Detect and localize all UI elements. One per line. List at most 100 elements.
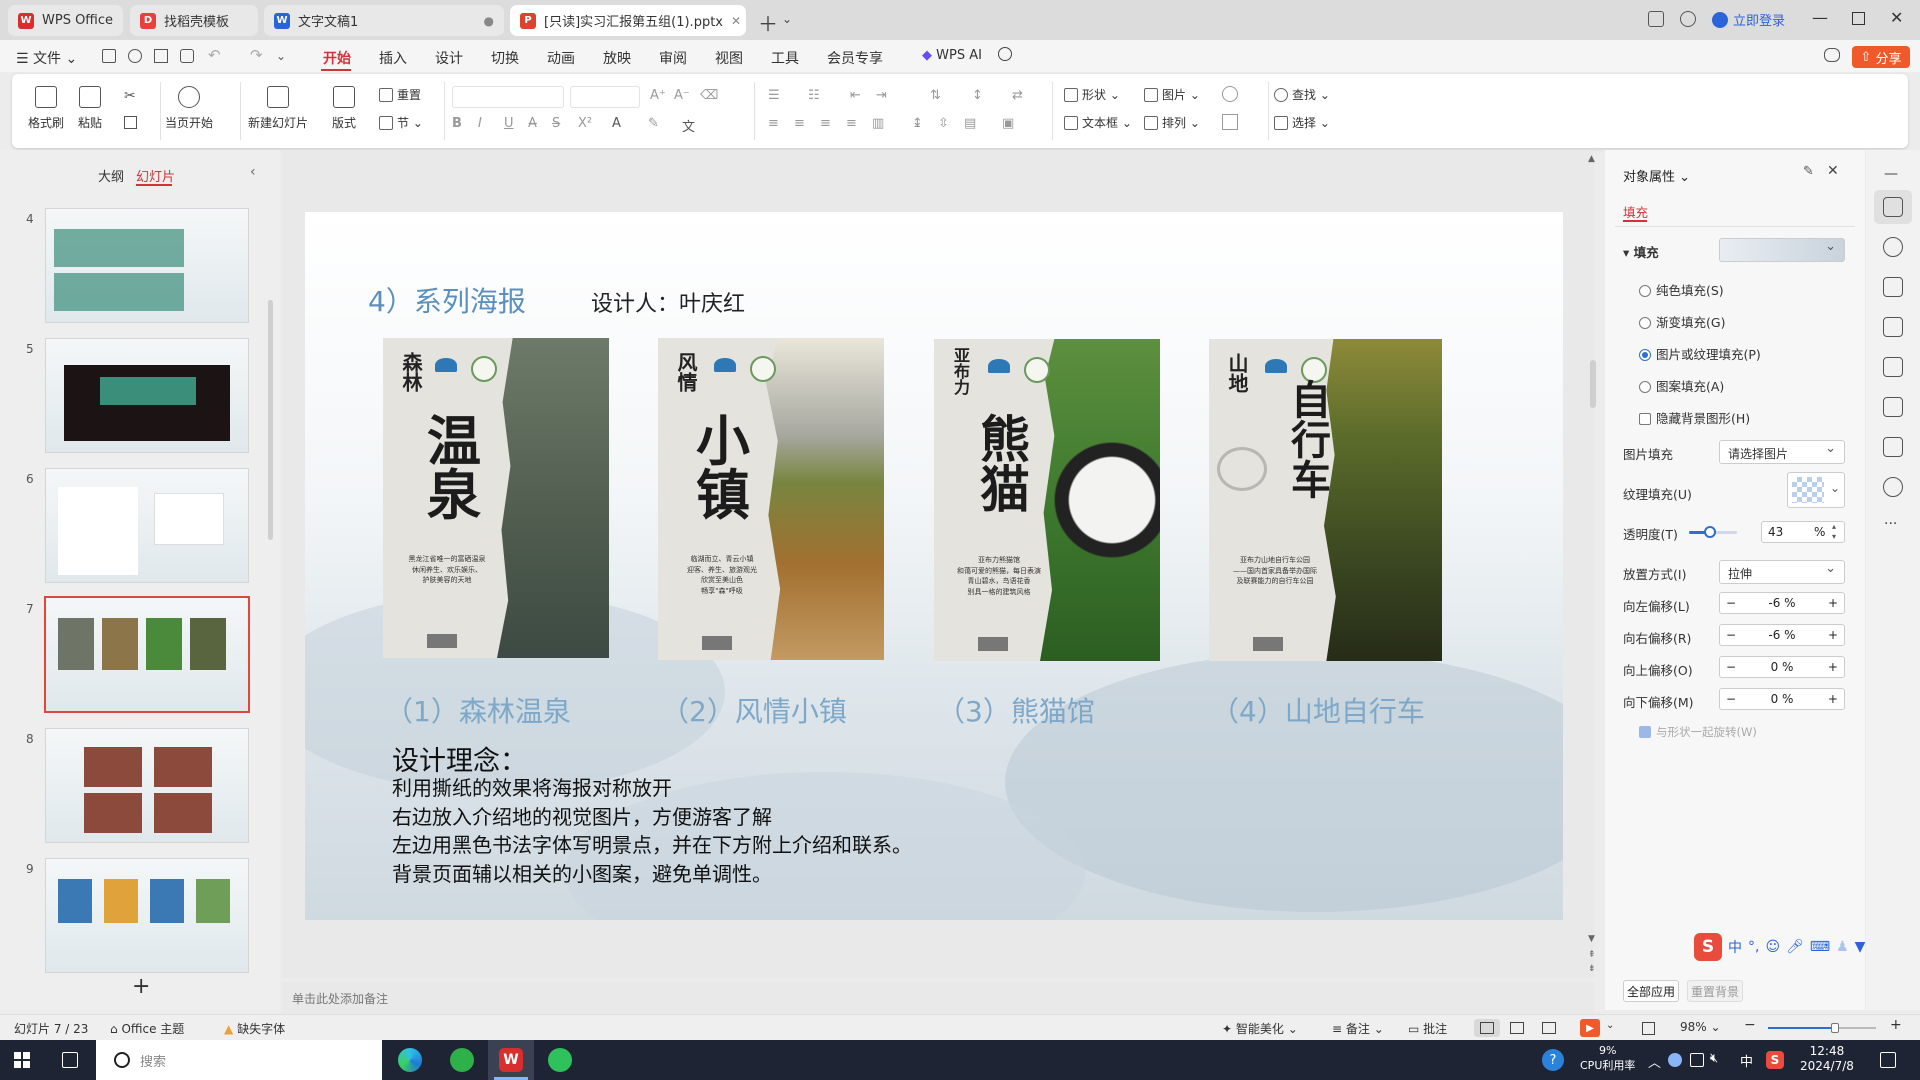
tab-presentation[interactable]: P [只读]实习汇报第五组(1).pptx ✕: [510, 5, 746, 36]
designer-label[interactable]: 设计人：叶庆红: [591, 286, 745, 318]
paste-button[interactable]: 粘贴: [78, 86, 102, 131]
gradient-fill-radio[interactable]: 渐变填充(G): [1639, 312, 1725, 331]
align-left-icon[interactable]: ≡: [768, 116, 779, 131]
search-icon[interactable]: [998, 47, 1012, 61]
pattern-fill-radio[interactable]: 图案填充(A): [1639, 376, 1724, 395]
reset-background-button[interactable]: 重置背景: [1687, 980, 1743, 1002]
poster-panda[interactable]: 亚布力 熊猫 亚布力熊猫馆 和蔼可爱的熊猫，每日表演 青山碧水，鸟语花香 别具一…: [934, 339, 1160, 661]
text-box-align-icon[interactable]: ▣: [1002, 116, 1014, 131]
star-icon[interactable]: [1883, 237, 1903, 257]
para-spacing-icon[interactable]: ⇳: [938, 116, 949, 131]
select-button[interactable]: 选择 ⌄: [1274, 114, 1330, 131]
voice-icon[interactable]: 🎤︎: [1786, 939, 1804, 955]
notes-area[interactable]: 单击此处添加备注: [282, 982, 1594, 1014]
properties-icon[interactable]: [1883, 197, 1903, 217]
panel-title[interactable]: 对象属性 ⌄: [1623, 166, 1690, 185]
volume-icon[interactable]: 🔇︎: [1710, 1051, 1718, 1066]
menu-member[interactable]: 会员专享: [827, 48, 883, 68]
reset-button[interactable]: 重置: [379, 86, 421, 103]
textbox-button[interactable]: 文本框 ⌄: [1064, 114, 1132, 131]
offset-left-stepper[interactable]: − -6 % +: [1719, 592, 1845, 614]
slide-thumbnail-5[interactable]: [45, 338, 249, 453]
slide-thumbnail-8[interactable]: [45, 728, 249, 843]
more-icon[interactable]: ···: [1884, 516, 1897, 532]
menu-view[interactable]: 视图: [715, 48, 743, 68]
menu-tools[interactable]: 工具: [771, 48, 799, 68]
transparency-slider-thumb[interactable]: [1703, 526, 1716, 538]
placement-select[interactable]: 拉伸: [1719, 560, 1845, 584]
sogou-ime-icon[interactable]: S: [1694, 933, 1722, 961]
menu-home[interactable]: 开始: [323, 48, 351, 68]
spin-arrows-icon[interactable]: ▴ ▾: [1832, 522, 1836, 542]
indent-icon[interactable]: ⇥: [876, 88, 887, 103]
panel-close-icon[interactable]: ✕: [1827, 163, 1839, 179]
align-center-icon[interactable]: ≡: [794, 116, 805, 131]
windows-start-icon[interactable]: [14, 1052, 30, 1068]
format-painter-button[interactable]: 格式刷: [28, 86, 64, 131]
rotate-with-shape-checkbox[interactable]: 与形状一起旋转(W): [1639, 724, 1757, 740]
font-family-select[interactable]: [452, 86, 564, 108]
animation-icon[interactable]: [1883, 437, 1903, 457]
apply-all-button[interactable]: 全部应用: [1623, 980, 1679, 1002]
new-tab-icon[interactable]: ＋: [758, 8, 778, 37]
poster-caption[interactable]: （4）山地自行车: [1211, 690, 1425, 730]
tab-close-dot-icon[interactable]: ●: [476, 14, 494, 28]
collapse-sidebar-icon[interactable]: —: [1884, 166, 1898, 182]
picture-fill-select[interactable]: 请选择图片: [1719, 440, 1845, 464]
maximize-icon[interactable]: [1852, 12, 1865, 25]
tab-outline[interactable]: 大纲: [98, 166, 124, 185]
menu-review[interactable]: 审阅: [659, 48, 687, 68]
justify-icon[interactable]: ≡: [846, 116, 857, 131]
bold-icon[interactable]: B: [452, 116, 462, 131]
minus-icon[interactable]: −: [1726, 596, 1736, 610]
browser-360-icon[interactable]: [450, 1048, 474, 1072]
offset-right-stepper[interactable]: − -6 % +: [1719, 624, 1845, 646]
notification-icon[interactable]: [1880, 1052, 1896, 1068]
tab-close-icon[interactable]: ✕: [723, 14, 741, 28]
hide-bg-checkbox[interactable]: 隐藏背景图形(H): [1639, 408, 1750, 427]
wps-ai-button[interactable]: ◆ WPS AI: [922, 48, 982, 63]
slide-7[interactable]: 4）系列海报 设计人：叶庆红 森林 温泉 黑龙江省唯一的富硒温泉 休闲养生、欢乐…: [305, 212, 1563, 920]
menu-design[interactable]: 设计: [435, 48, 463, 68]
theme-button[interactable]: ⌂ Office 主题: [110, 1020, 184, 1037]
pin-icon[interactable]: ✎: [1803, 164, 1814, 179]
align-right-icon[interactable]: ≡: [820, 116, 831, 131]
minus-icon[interactable]: −: [1726, 660, 1736, 674]
outline-color-icon[interactable]: [1222, 114, 1238, 130]
layers-icon[interactable]: [1883, 277, 1903, 297]
tab-template[interactable]: D 找稻壳模板: [130, 5, 258, 36]
close-window-icon[interactable]: ✕: [1890, 8, 1903, 27]
share-button[interactable]: ⇧ 分享: [1852, 46, 1910, 68]
concept-title[interactable]: 设计理念：: [392, 739, 527, 778]
picture-fill-radio[interactable]: 图片或纹理填充(P): [1639, 344, 1761, 363]
zoom-out-icon[interactable]: −: [1744, 1017, 1756, 1033]
zoom-slider-thumb[interactable]: [1830, 1023, 1839, 1033]
poster-bike[interactable]: 山地 自行车 亚布力山地自行车公园 ——国内首家具备举办国际 及联赛能力的自行车…: [1209, 339, 1442, 661]
taskbar-search[interactable]: 搜索: [96, 1040, 382, 1080]
line-spacing-icon[interactable]: ↨: [912, 116, 923, 131]
poster-caption[interactable]: （3）熊猫馆: [937, 690, 1095, 730]
image-edit-icon[interactable]: [1883, 317, 1903, 337]
login-button[interactable]: 立即登录: [1712, 10, 1785, 29]
tray-app-icon[interactable]: [1668, 1053, 1682, 1067]
book-icon[interactable]: [1883, 397, 1903, 417]
font-color-icon[interactable]: A: [612, 116, 621, 131]
font-size-select[interactable]: [570, 86, 640, 108]
picture-button[interactable]: 图片 ⌄: [1144, 86, 1200, 103]
solid-fill-radio[interactable]: 纯色填充(S): [1639, 280, 1724, 299]
undo-icon[interactable]: ↶: [208, 46, 221, 64]
normal-view-icon[interactable]: [1480, 1022, 1494, 1034]
share-link-icon[interactable]: [128, 49, 142, 63]
reading-view-icon[interactable]: [1542, 1022, 1556, 1034]
plus-icon[interactable]: +: [1828, 660, 1838, 674]
play-slideshow-icon[interactable]: ▶: [1580, 1019, 1600, 1037]
punctuation-icon[interactable]: °,: [1748, 939, 1759, 955]
copy-icon[interactable]: [124, 116, 137, 129]
tab-slides[interactable]: 幻灯片: [136, 166, 175, 185]
texture-select[interactable]: ⌄: [1787, 472, 1845, 508]
menu-slideshow[interactable]: 放映: [603, 48, 631, 68]
network-icon[interactable]: [1690, 1053, 1704, 1067]
slide-thumbnail-9[interactable]: [45, 858, 249, 973]
fill-section-header[interactable]: ▾ 填充: [1623, 242, 1659, 261]
find-button[interactable]: 查找 ⌄: [1274, 86, 1330, 103]
